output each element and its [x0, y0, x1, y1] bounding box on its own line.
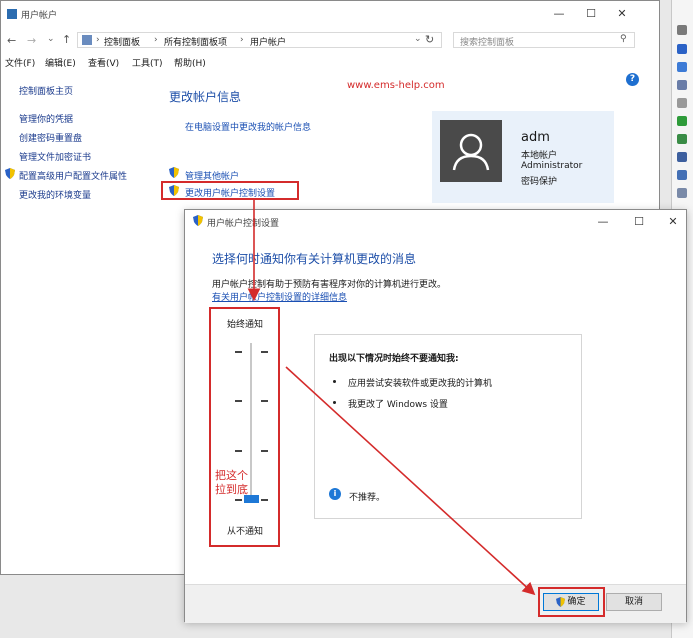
annotation-arrow: [285, 366, 536, 596]
annotation-arrows: [247, 199, 536, 596]
